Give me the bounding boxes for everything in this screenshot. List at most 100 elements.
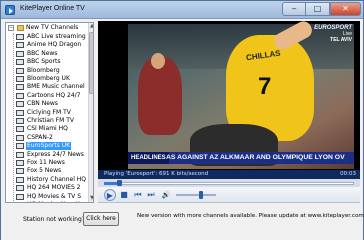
video-player-head	[151, 53, 165, 69]
tv-channel-icon	[16, 101, 24, 108]
broadcaster-city: TEL AVIV	[330, 37, 352, 43]
title-bar[interactable]: KitePlayer Online TV ‒ □ ✕	[1, 1, 363, 19]
channel-label: ABC Live streaming	[27, 33, 86, 40]
channel-label: Cartoons HQ 24/7	[27, 91, 81, 99]
broadcaster-logo: EUROSPORT Live TEL AVIV	[306, 25, 352, 49]
maximize-button[interactable]: □	[306, 2, 330, 16]
tv-channel-icon	[16, 151, 24, 158]
channel-item[interactable]: CSI Miami HQ	[14, 125, 93, 133]
tv-channel-icon	[16, 34, 24, 40]
minimize-button[interactable]: ‒	[282, 2, 306, 16]
tv-channel-icon	[16, 50, 24, 57]
channel-label: Ciclying FM TV	[27, 108, 71, 116]
channel-label: Express 24/7 News	[27, 150, 84, 158]
tv-channel-icon	[16, 84, 24, 91]
channel-item[interactable]: EuroSports UK	[14, 142, 93, 151]
next-button[interactable]: ⏭	[145, 189, 157, 201]
channel-label: History Channel HQ	[27, 175, 87, 183]
channel-item[interactable]: Fox 11 News	[14, 159, 93, 167]
channel-label: HQ 264 MOVIES 2	[27, 184, 81, 192]
status-text: Playing 'Eurosport': 691 K bits/second	[104, 171, 209, 177]
channel-label: CBN News	[27, 100, 58, 108]
channel-item[interactable]: BBC Sports	[14, 58, 93, 66]
channel-tree[interactable]: − New TV Channels ABC Live streaming Anim…	[5, 22, 94, 203]
tv-channel-icon	[16, 143, 24, 150]
speaker-icon[interactable]: 🔊	[160, 189, 172, 201]
seek-handle[interactable]	[117, 180, 122, 186]
main-window: KitePlayer Online TV ‒ □ ✕ − New TV Chan…	[0, 0, 364, 240]
channel-item[interactable]: CBN News	[14, 100, 93, 108]
channel-item[interactable]: ABC Live streaming	[14, 33, 93, 41]
channel-item[interactable]: HQ Movies & TV S	[14, 192, 93, 201]
scroll-up-icon[interactable]: ▲	[89, 23, 93, 30]
tv-channel-icon	[16, 109, 24, 116]
station-not-working-label: Station not working?	[23, 216, 85, 223]
tv-channel-icon	[16, 118, 24, 124]
channel-item[interactable]: Christian FM TV	[14, 117, 93, 125]
video-display[interactable]: CHILLAS 7 EUROSPORT Live TEL AVIV HEADLI…	[98, 21, 360, 180]
stop-button[interactable]: ■	[118, 189, 130, 201]
channel-label: CSI Miami HQ	[27, 125, 68, 133]
tv-channel-icon	[16, 176, 24, 183]
channel-item[interactable]: Bloomberg	[14, 66, 93, 75]
channel-item[interactable]: Bloomberg UK	[14, 75, 93, 83]
player-controls: ▶ ■ ⏮ ⏭ 🔊	[98, 187, 360, 203]
tv-channel-icon	[16, 160, 24, 166]
channel-label: Fox 11 News	[27, 159, 65, 166]
click-here-button[interactable]: Click here	[83, 212, 119, 226]
channel-item[interactable]: History Channel HQ	[14, 175, 93, 184]
collapse-icon[interactable]: −	[8, 25, 14, 31]
channel-label: EuroSports UK	[26, 142, 72, 151]
channel-label: BME Music channel	[27, 83, 85, 91]
channel-item[interactable]: Fox 5 News	[14, 167, 93, 175]
tv-channel-icon	[16, 126, 24, 133]
tv-channel-icon	[16, 168, 24, 175]
volume-handle[interactable]	[199, 191, 203, 199]
video-player-red-kit	[138, 57, 182, 135]
channel-item[interactable]: Express 24/7 News	[14, 150, 93, 159]
tree-root-label: New TV Channels	[26, 24, 79, 31]
tv-channel-icon	[16, 185, 24, 192]
channel-item[interactable]: Ciclying FM TV	[14, 108, 93, 117]
channel-item[interactable]: HQ Movies New Y	[14, 201, 93, 202]
tree-scrollbar[interactable]: ▲ ▼	[88, 23, 93, 202]
channel-item[interactable]: BBC News	[14, 49, 93, 58]
tv-channel-icon	[16, 92, 24, 99]
ticker-heading: HEADLINES	[128, 152, 169, 164]
tv-channel-icon	[16, 134, 24, 141]
update-message: New version with more channels available…	[137, 213, 364, 219]
app-logo-icon	[5, 5, 15, 15]
channel-item[interactable]: BME Music channel	[14, 83, 93, 91]
channel-label: Bloomberg	[27, 66, 60, 74]
volume-track[interactable]	[176, 194, 216, 196]
close-button[interactable]: ✕	[330, 2, 361, 16]
channel-item[interactable]: HQ 264 MOVIES 2	[14, 184, 93, 192]
channel-label: Anime HQ Dragon	[27, 41, 82, 49]
ticker-text: AS AGAINST AZ ALKMAAR AND OLYMPIQUE LYON…	[166, 154, 345, 161]
channel-item[interactable]: Cartoons HQ 24/7	[14, 91, 93, 100]
folder-icon	[17, 25, 24, 31]
channel-label: BBC Sports	[27, 58, 61, 66]
window-title: KitePlayer Online TV	[20, 5, 85, 12]
seek-bar[interactable]	[98, 179, 360, 187]
channel-item[interactable]: CSPAN-2	[14, 133, 93, 142]
tv-channel-icon	[16, 76, 24, 82]
channel-label: Fox 5 News	[27, 167, 62, 175]
channel-label: HQ Movies & TV S	[27, 192, 82, 200]
channel-item[interactable]: Anime HQ Dragon	[14, 41, 93, 49]
channel-label: BBC News	[27, 49, 58, 57]
shirt-number: 7	[258, 73, 272, 100]
seek-track[interactable]	[104, 182, 354, 185]
bottom-bar: Station not working? Click here New vers…	[1, 204, 364, 240]
channel-label: Bloomberg UK	[27, 75, 70, 82]
scrollbar-thumb[interactable]	[89, 32, 93, 94]
tv-channel-icon	[16, 193, 24, 200]
channel-label: HQ Movies New Y	[26, 201, 81, 202]
tv-channel-icon	[16, 67, 24, 74]
tv-channel-icon	[16, 42, 24, 49]
previous-button[interactable]: ⏮	[132, 189, 144, 201]
channel-label: Christian FM TV	[27, 117, 74, 124]
play-button[interactable]: ▶	[104, 189, 116, 201]
channel-label: CSPAN-2	[27, 133, 53, 141]
scroll-down-icon[interactable]: ▼	[89, 195, 93, 202]
